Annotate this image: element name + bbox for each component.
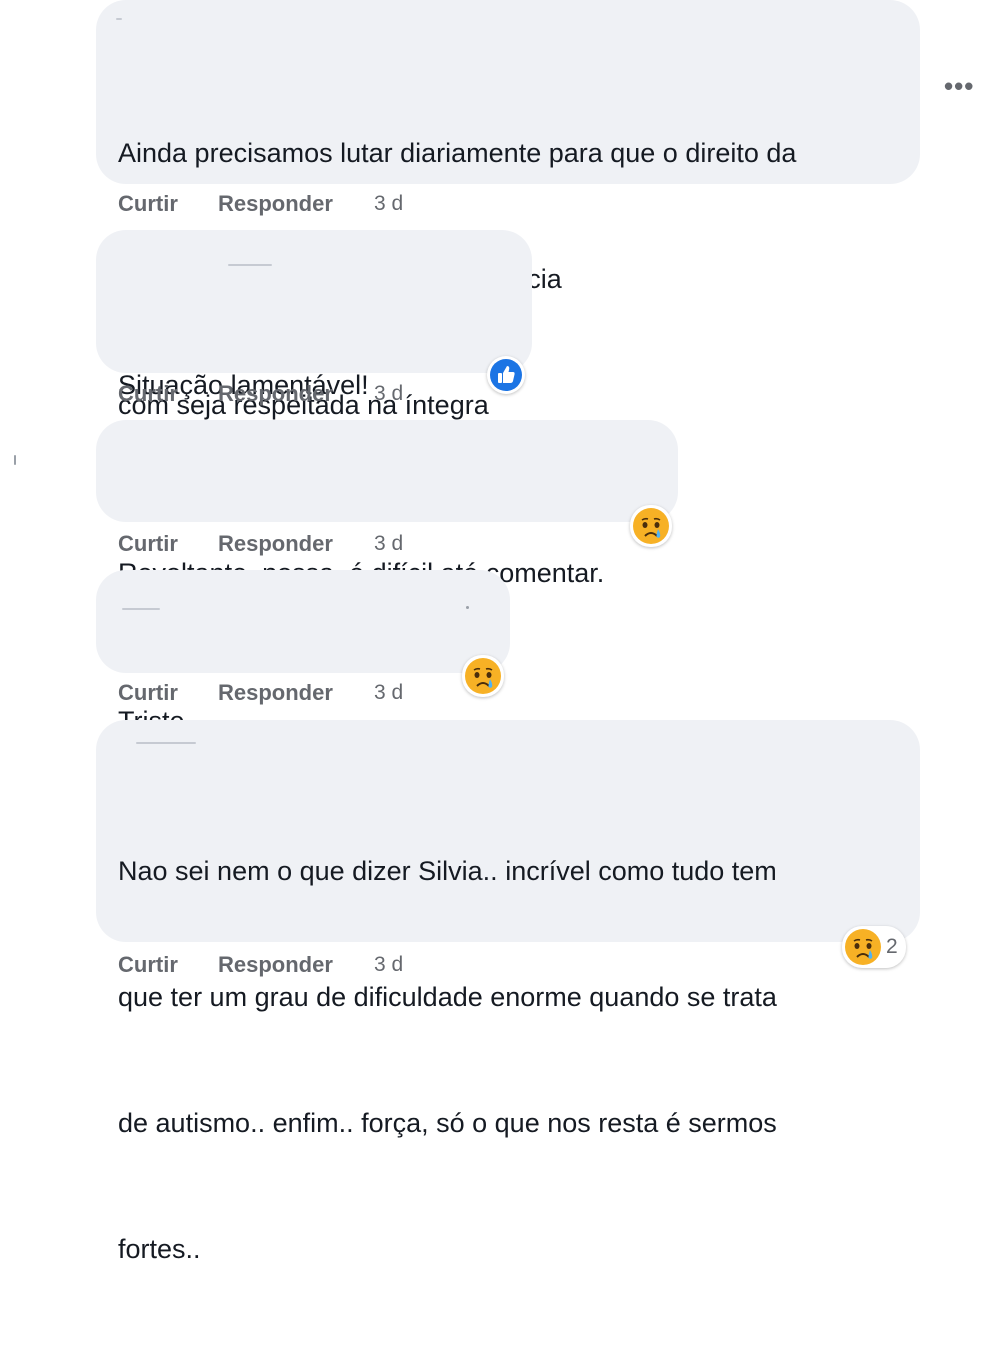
- sad-icon: [845, 929, 881, 965]
- reply-button[interactable]: Responder: [218, 191, 374, 217]
- name-mark: [466, 606, 469, 609]
- author-name-redacted[interactable]: [116, 18, 122, 20]
- comment-line: Ainda precisamos lutar diariamente para …: [118, 138, 797, 168]
- reaction-badge[interactable]: [462, 655, 504, 697]
- like-button[interactable]: Curtir: [118, 531, 218, 557]
- like-button[interactable]: Curtir: [118, 381, 218, 407]
- reaction-badge[interactable]: [487, 356, 525, 394]
- comment-timestamp[interactable]: 3 d: [374, 382, 403, 406]
- author-name-redacted[interactable]: [228, 264, 272, 266]
- like-button[interactable]: Curtir: [118, 680, 218, 706]
- like-icon: [490, 359, 522, 391]
- comment-bubble: Ainda precisamos lutar diariamente para …: [96, 0, 920, 420]
- comment-timestamp[interactable]: 3 d: [374, 192, 403, 216]
- author-name-redacted[interactable]: [122, 608, 160, 610]
- reply-button[interactable]: Responder: [218, 531, 374, 557]
- reply-button[interactable]: Responder: [218, 381, 374, 407]
- comment-bubble: Revoltante, nossa, é difícil até comenta…: [96, 420, 678, 588]
- reply-button[interactable]: Responder: [218, 680, 374, 706]
- comment-bubble: Nao sei nem o que dizer Silvia.. incríve…: [96, 720, 920, 1264]
- like-button[interactable]: Curtir: [118, 952, 218, 978]
- comment-timestamp[interactable]: 3 d: [374, 532, 403, 556]
- comment-bubble: Triste: [96, 570, 510, 736]
- comment-line: de autismo.. enfim.. força, só o que nos…: [118, 1108, 777, 1138]
- reply-button[interactable]: Responder: [218, 952, 374, 978]
- comment-actions: Curtir Responder 3 d: [118, 680, 403, 706]
- comment-actions: Curtir Responder 3 d: [118, 531, 403, 557]
- comment-line: Nao sei nem o que dizer Silvia.. incríve…: [118, 856, 777, 886]
- comment-line: fortes..: [118, 1234, 201, 1264]
- reaction-badge[interactable]: [630, 505, 672, 547]
- more-options-icon[interactable]: •••: [944, 73, 974, 99]
- comment-bubble: Situação lamentável! Meu carinho e solid…: [96, 230, 532, 526]
- comment-timestamp[interactable]: 3 d: [374, 681, 403, 705]
- reaction-badge[interactable]: 2: [842, 926, 906, 968]
- comment-actions: Curtir Responder 3 d: [118, 952, 403, 978]
- reaction-count: 2: [886, 935, 898, 958]
- like-button[interactable]: Curtir: [118, 191, 218, 217]
- comment-timestamp[interactable]: 3 d: [374, 953, 403, 977]
- comment-text: Nao sei nem o que dizer Silvia.. incríve…: [118, 766, 777, 1354]
- edge-mark: [14, 455, 16, 465]
- sad-icon: [465, 658, 501, 694]
- comment-actions: Curtir Responder 3 d: [118, 381, 403, 407]
- author-name-redacted[interactable]: [136, 742, 196, 744]
- comment-actions: Curtir Responder 3 d: [118, 191, 403, 217]
- sad-icon: [633, 508, 669, 544]
- comment-line: que ter um grau de dificuldade enorme qu…: [118, 982, 777, 1012]
